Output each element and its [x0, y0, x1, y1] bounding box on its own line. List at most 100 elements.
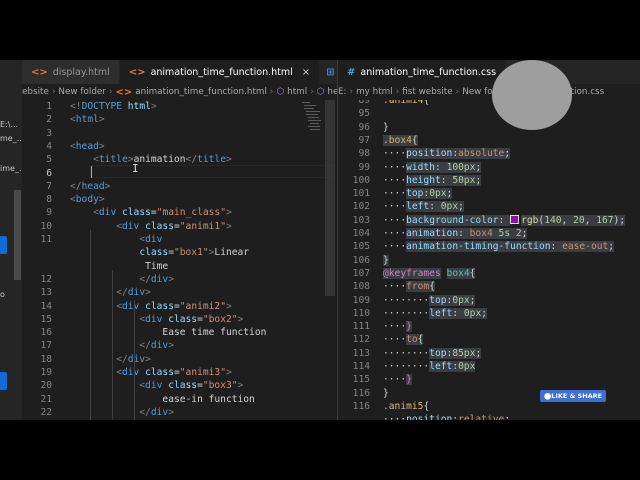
- code-line[interactable]: Time: [22, 260, 322, 273]
- code-line[interactable]: 4 <head>: [22, 140, 322, 153]
- code-token: ····: [383, 414, 407, 420]
- tab-animation-time-function-css[interactable]: # animation_time_function.css: [338, 60, 507, 84]
- code-line[interactable]: 19 <div class="animi3">: [22, 366, 322, 379]
- code-text: <div class="box2">: [70, 313, 243, 326]
- code-line[interactable]: 103 ····background-color: rgb(140, 20, 16…: [338, 214, 640, 227]
- code-line[interactable]: 100 ····height: 50px;: [338, 174, 640, 187]
- breadcrumb-item[interactable]: animation_time_function.html: [135, 87, 267, 97]
- code-line[interactable]: 101 ····top:0px;: [338, 187, 640, 200]
- code-line[interactable]: 12 </div>: [22, 273, 322, 286]
- code-line[interactable]: 95: [338, 107, 640, 120]
- breadcrumb-item[interactable]: fist website: [402, 87, 452, 97]
- breadcrumb-item[interactable]: my html: [356, 87, 393, 97]
- close-icon[interactable]: ×: [302, 67, 310, 78]
- code-line[interactable]: 105 ····animation-timing-function: ease-o…: [338, 240, 640, 253]
- code-token: ;: [521, 228, 528, 239]
- line-number: 17: [40, 340, 52, 352]
- code-line[interactable]: 18 </div>: [22, 353, 322, 366]
- code-token: animation: [406, 228, 459, 239]
- line-number: 95: [358, 108, 370, 120]
- code-line[interactable]: 112 ····to{: [338, 333, 640, 346]
- code-token: ····: [383, 161, 407, 173]
- code-line[interactable]: 98 ····position:absolute;: [338, 147, 640, 160]
- left-editor-scrollbar[interactable]: [325, 100, 335, 296]
- code-line[interactable]: 15 <div class="box2">: [22, 313, 322, 326]
- code-text: ····}: [383, 373, 412, 386]
- explorer-accent-button[interactable]: [0, 372, 7, 390]
- code-line[interactable]: 13 </div>: [22, 286, 322, 299]
- code-line[interactable]: 3: [22, 127, 322, 140]
- breadcrumb-item[interactable]: html: [287, 87, 307, 97]
- code-line[interactable]: 14 <div class="animi2">: [22, 300, 322, 313]
- code-token: }: [383, 121, 389, 133]
- code-line[interactable]: 115 ····}: [338, 373, 640, 386]
- code-text: ····position:absolute;: [383, 147, 511, 160]
- code-line[interactable]: ····position:relative;: [338, 413, 640, 420]
- explorer-fragment[interactable]: ime_...: [0, 164, 22, 173]
- code-line[interactable]: 110 ········left: 0px;: [338, 307, 640, 320]
- code-text: ····width: 100px;: [383, 161, 482, 174]
- code-token: "animi2": [179, 300, 226, 312]
- html-editor[interactable]: I 1 <!DOCTYPE html> 2 <html> 3 4 <head> 5 <titl…: [22, 100, 337, 420]
- tab-animation-time-function-html[interactable]: <> animation_time_function.html ×: [119, 60, 321, 84]
- code-line[interactable]: 8 <body>: [22, 193, 322, 206]
- left-minimap[interactable]: [300, 100, 322, 220]
- code-line[interactable]: 107 @keyframes box4{: [338, 267, 640, 280]
- code-token: ········: [383, 361, 430, 372]
- line-number: 113: [352, 347, 370, 359]
- code-line[interactable]: 106}: [338, 254, 640, 267]
- left-tab-bar: <> display.html <> animation_time_functi…: [22, 60, 366, 84]
- code-line[interactable]: 21 ease-in function: [22, 393, 322, 406]
- code-line[interactable]: 114 ········left:0px: [338, 360, 640, 373]
- code-line[interactable]: 10 <div class="animi1">: [22, 220, 322, 233]
- line-number: 13: [40, 287, 52, 299]
- breadcrumb-item[interactable]: E:: [338, 87, 347, 97]
- code-line[interactable]: 111 ····}: [338, 320, 640, 333]
- line-number: 107: [352, 267, 370, 279]
- code-token: html: [127, 101, 151, 112]
- code-line[interactable]: 5 <title>animation</title>: [22, 153, 322, 166]
- code-line[interactable]: 96}: [338, 121, 640, 134]
- explorer-scrollbar[interactable]: [14, 190, 21, 280]
- code-token: "box3": [202, 380, 238, 392]
- like-share-badge: ⬤LIKE & SHARE: [540, 390, 607, 402]
- code-line[interactable]: 17 </div>: [22, 339, 322, 352]
- code-line[interactable]: 16 Ease time function: [22, 326, 322, 339]
- tab-display-html[interactable]: <> display.html: [22, 60, 120, 84]
- code-line[interactable]: 11 <div: [22, 233, 322, 246]
- code-line[interactable]: 20 <div class="box3">: [22, 379, 322, 392]
- code-line[interactable]: 109 ········top:0px;: [338, 294, 640, 307]
- code-line[interactable]: 9 <div class="main_class">: [22, 206, 322, 219]
- code-token: >: [168, 406, 174, 418]
- explorer-fragment[interactable]: o: [0, 290, 5, 299]
- explorer-fragment[interactable]: E:\...: [0, 120, 18, 129]
- code-token: ····: [383, 334, 407, 346]
- code-line[interactable]: 113 ········top:85px;: [338, 347, 640, 360]
- code-line[interactable]: class="box1">Linear: [22, 246, 322, 259]
- split-editor-icon[interactable]: ⊞: [326, 67, 334, 78]
- code-text: <body>: [70, 193, 105, 206]
- code-line[interactable]: 104 ····animation: box4 5s 2;: [338, 227, 640, 240]
- code-line[interactable]: 6: [22, 167, 322, 180]
- line-number: 21: [40, 393, 52, 405]
- code-text: <div: [70, 233, 162, 246]
- breadcrumb-item[interactable]: New folder: [58, 87, 106, 97]
- code-line[interactable]: 1 <!DOCTYPE html>: [22, 100, 322, 113]
- explorer-fragment[interactable]: me_...: [0, 134, 22, 143]
- code-line[interactable]: 2 <html>: [22, 113, 322, 126]
- breadcrumb-item[interactable]: head: [327, 87, 337, 97]
- code-line[interactable]: 102 ····left: 0px;: [338, 200, 640, 213]
- css-editor[interactable]: 89 .animi4{95 96} 97 .box4{98 ····position:ab…: [338, 100, 640, 420]
- code-line[interactable]: 22 </div>: [22, 406, 322, 419]
- breadcrumb-item[interactable]: ebsite: [22, 87, 49, 97]
- webcam-overlay: [492, 60, 572, 130]
- color-swatch-icon[interactable]: [510, 214, 520, 224]
- code-line[interactable]: 7 </head>: [22, 180, 322, 193]
- code-line[interactable]: 99 ····width: 100px;: [338, 161, 640, 174]
- code-line[interactable]: 108 ····from{: [338, 280, 640, 293]
- code-line[interactable]: 97 .box4{: [338, 134, 640, 147]
- line-number: 2: [46, 114, 52, 126]
- explorer-accent-button[interactable]: [0, 236, 7, 254]
- code-line[interactable]: 89 .animi4{: [338, 100, 640, 107]
